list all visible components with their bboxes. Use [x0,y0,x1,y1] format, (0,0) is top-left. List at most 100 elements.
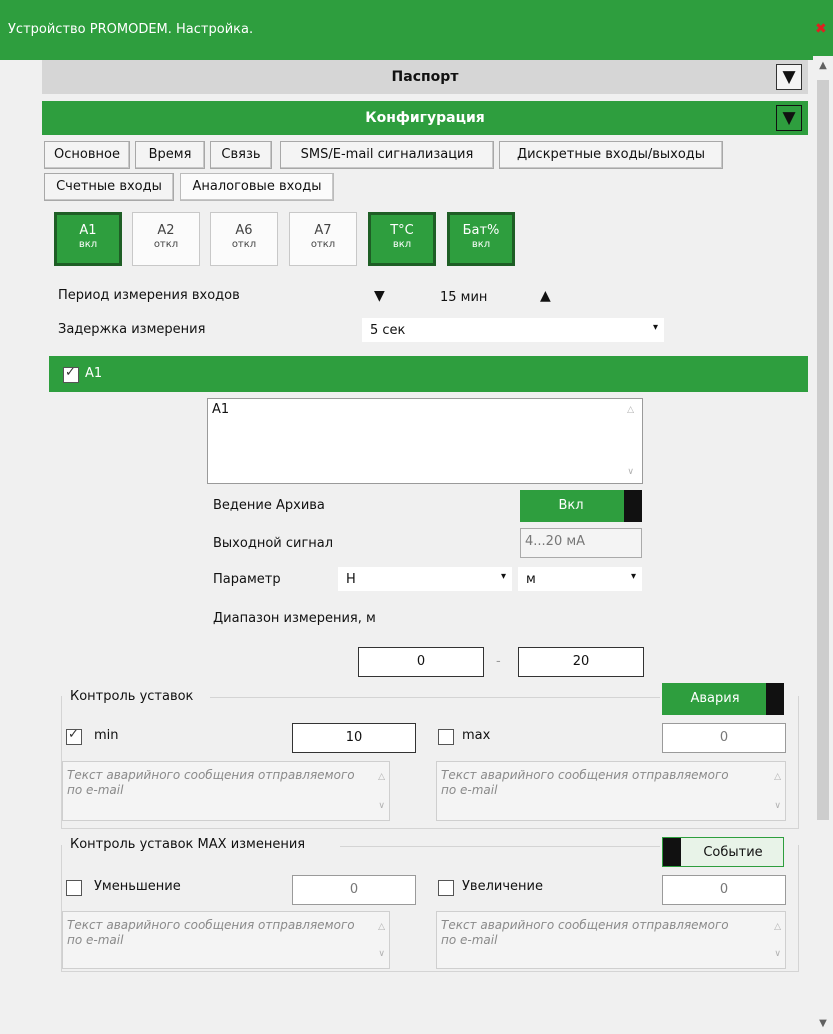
output-signal-field: 4...20 мА [520,528,642,558]
channel-state: откл [153,239,179,250]
channel-description-text: A1 [212,402,230,417]
tab-counting-inputs[interactable]: Счетные входы [44,173,174,201]
section-passport[interactable]: Паспорт ▼ [42,60,808,94]
window-title: Устройство PROMODEM. Настройка. [8,22,254,37]
scroll-down-icon[interactable]: ∨ [378,799,385,814]
message-placeholder: Текст аварийного сообщения отправляемого… [441,768,729,797]
section-config[interactable]: Конфигурация ▼ [42,101,808,135]
collapse-passport-icon[interactable]: ▼ [776,64,802,90]
close-icon[interactable]: ✖ [815,22,829,36]
setpoints-mode-label: Авария [690,691,740,706]
unit-value: м [526,572,536,587]
range-from-input[interactable]: 0 [358,647,484,677]
channel-name: A6 [235,223,253,238]
channel-description-textarea[interactable]: A1 △ ∨ [207,398,643,484]
parameter-select[interactable]: Н ▾ [338,567,512,591]
scroll-up-icon[interactable]: △ [378,770,385,785]
delay-value: 5 сек [370,323,406,338]
min-checkbox[interactable] [66,727,82,745]
increase-message-textarea[interactable]: Текст аварийного сообщения отправляемого… [436,911,786,969]
scroll-up-icon[interactable]: △ [378,920,385,935]
channel-a6-button[interactable]: A6 откл [210,212,278,266]
collapse-config-icon[interactable]: ▼ [776,105,802,131]
toggle-knob [766,683,784,715]
tab-sms-email[interactable]: SMS/E-mail сигнализация [280,141,494,169]
decrease-checkbox[interactable] [66,880,82,896]
period-increase-icon[interactable]: ▲ [540,288,551,304]
channel-panel-header: A1 [49,356,808,392]
tab-time[interactable]: Время [135,141,205,169]
title-bar: Устройство PROMODEM. Настройка. ✖ [0,0,833,60]
decrease-value-input[interactable]: 0 [292,875,416,905]
scroll-thumb[interactable] [817,80,829,820]
group-divider [340,846,660,847]
scroll-up-icon[interactable]: △ [774,770,781,785]
toggle-knob [624,490,642,522]
increase-value-input[interactable]: 0 [662,875,786,905]
rate-mode-label: Событие [703,845,763,860]
tab-link[interactable]: Связь [210,141,272,169]
unit-select[interactable]: м ▾ [518,567,642,591]
output-signal-value: 4...20 мА [525,534,586,549]
section-passport-label: Паспорт [391,69,459,85]
range-to-input[interactable]: 20 [518,647,644,677]
channel-name: Бат% [462,223,500,238]
tab-main[interactable]: Основное [44,141,130,169]
range-separator: - [496,654,501,669]
parameter-value: Н [346,572,356,587]
delay-select[interactable]: 5 сек ▾ [362,318,664,342]
rate-title: Контроль уставок MAX изменения [70,837,306,852]
channel-state: откл [310,239,336,250]
channel-a2-button[interactable]: A2 откл [132,212,200,266]
scroll-up-icon[interactable]: △ [627,405,634,415]
channel-enable-checkbox[interactable] [63,365,79,383]
setpoints-mode-toggle[interactable]: Авария [662,683,784,715]
channel-state: вкл [392,239,412,250]
min-label: min [94,728,119,743]
max-checkbox[interactable] [438,729,454,745]
scroll-down-icon[interactable]: ∨ [774,947,781,962]
channel-temp-button[interactable]: T°C вкл [368,212,436,266]
channel-battery-button[interactable]: Бат% вкл [447,212,515,266]
archive-label: Ведение Архива [213,498,325,513]
archive-toggle[interactable]: Вкл [520,490,642,522]
max-message-textarea[interactable]: Текст аварийного сообщения отправляемого… [436,761,786,821]
scroll-down-icon[interactable]: ▼ [817,1018,829,1032]
channel-name: A2 [157,223,175,238]
scroll-up-icon[interactable]: △ [774,920,781,935]
min-message-textarea[interactable]: Текст аварийного сообщения отправляемого… [62,761,390,821]
max-label: max [462,728,491,743]
tab-discrete-io[interactable]: Дискретные входы/выходы [499,141,723,169]
channel-a1-button[interactable]: A1 вкл [54,212,122,266]
group-divider [210,697,660,698]
decrease-message-textarea[interactable]: Текст аварийного сообщения отправляемого… [62,911,390,969]
channel-name: A1 [79,223,97,238]
message-placeholder: Текст аварийного сообщения отправляемого… [67,918,355,947]
channel-name: A7 [314,223,332,238]
channel-a7-button[interactable]: A7 откл [289,212,357,266]
scroll-down-icon[interactable]: ∨ [774,799,781,814]
rate-mode-toggle[interactable]: Событие [662,837,784,867]
decrease-label: Уменьшение [94,879,181,894]
period-value: 15 мин [440,290,488,305]
scroll-up-icon[interactable]: ▲ [817,60,829,74]
toggle-knob [663,838,681,866]
chevron-down-icon: ▾ [652,322,658,333]
vertical-scrollbar[interactable]: ▲ ▼ [813,56,833,1034]
delay-label: Задержка измерения [58,322,206,337]
period-label: Период измерения входов [58,288,240,303]
scroll-down-icon[interactable]: ∨ [627,467,634,477]
max-value-input[interactable]: 0 [662,723,786,753]
increase-checkbox[interactable] [438,880,454,896]
min-value-input[interactable]: 10 [292,723,416,753]
increase-label: Увеличение [462,879,543,894]
chevron-down-icon: ▾ [630,571,636,582]
period-decrease-icon[interactable]: ▼ [374,288,385,304]
channel-state: откл [231,239,257,250]
channel-panel-title: A1 [85,366,103,381]
channel-state: вкл [78,239,98,250]
setpoints-title: Контроль уставок [70,689,194,704]
section-config-label: Конфигурация [365,110,485,126]
tab-analog-inputs[interactable]: Аналоговые входы [180,173,334,201]
scroll-down-icon[interactable]: ∨ [378,947,385,962]
